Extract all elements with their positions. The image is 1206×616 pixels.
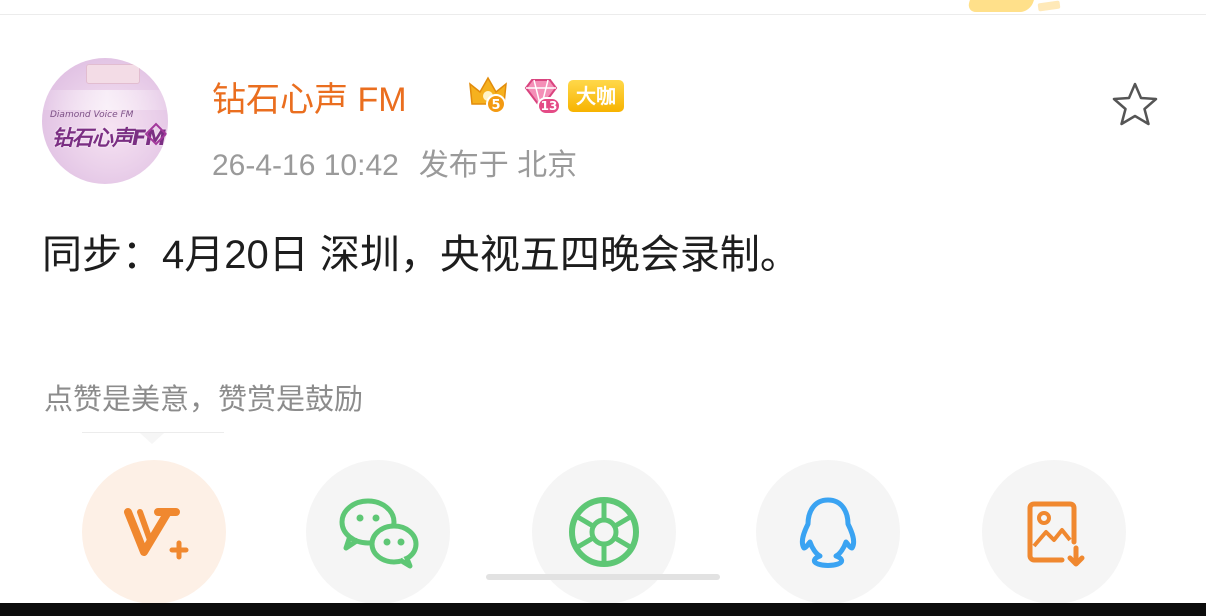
avatar[interactable]: Diamond Voice FM 钻石心声FM bbox=[42, 58, 168, 184]
avatar-logo-text: Diamond Voice FM bbox=[50, 110, 134, 120]
save-image-icon bbox=[1027, 501, 1085, 567]
moments-icon bbox=[569, 497, 639, 567]
crown-badge-icon[interactable]: 5 bbox=[468, 74, 508, 114]
crown-level: 5 bbox=[491, 98, 500, 113]
decorative-sticker bbox=[950, 0, 1070, 16]
post-location: 发布于 北京 bbox=[418, 149, 578, 182]
v-plus-icon bbox=[124, 508, 189, 560]
save-image-button[interactable] bbox=[982, 460, 1126, 604]
pointer-arrow bbox=[140, 433, 164, 444]
vip-badge[interactable]: 大咖 bbox=[568, 80, 624, 112]
reward-prompt: 点赞是美意，赞赏是鼓励 bbox=[44, 382, 364, 416]
post-meta: 26-4-16 10:42 发布于 北京 bbox=[212, 140, 577, 184]
moments-share-button[interactable] bbox=[532, 460, 676, 604]
favorite-star-icon[interactable] bbox=[1110, 80, 1160, 130]
post-time: 26-4-16 10:42 bbox=[212, 149, 399, 182]
gem-badge-icon[interactable]: 13 bbox=[520, 76, 562, 116]
wechat-share-button[interactable] bbox=[306, 460, 450, 604]
qq-icon bbox=[799, 497, 857, 568]
home-indicator[interactable] bbox=[486, 574, 720, 580]
bottom-bar bbox=[0, 603, 1206, 616]
qq-share-button[interactable] bbox=[756, 460, 900, 604]
user-name[interactable]: 钻石心声 FM bbox=[212, 72, 407, 121]
v-plus-button[interactable] bbox=[82, 460, 226, 604]
gem-level: 13 bbox=[541, 99, 558, 113]
wechat-icon bbox=[339, 498, 419, 569]
post-content: 同步：4月20日 深圳，央视五四晚会录制。 bbox=[42, 233, 800, 277]
